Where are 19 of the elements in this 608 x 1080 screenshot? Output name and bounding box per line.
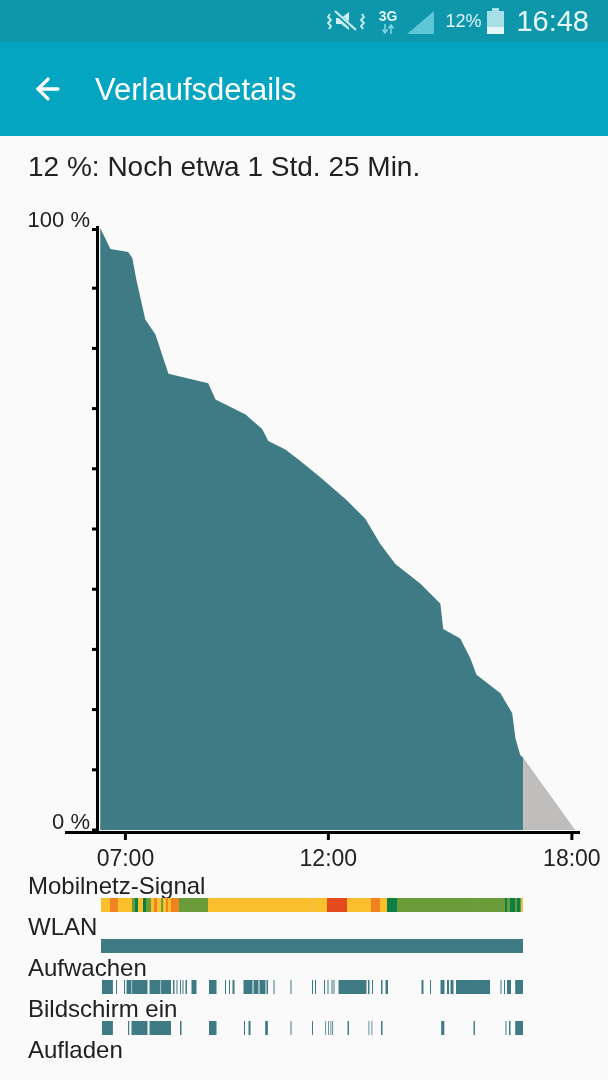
timeline-label: Bildschirm ein [28, 997, 178, 1021]
vibrate-mute-icon [326, 10, 365, 32]
screen-title: Verlaufsdetails [95, 73, 297, 105]
signal-strength-icon [407, 11, 435, 34]
clock-time: 16:48 [516, 6, 589, 36]
battery-remaining-summary: 12 %: Noch etwa 1 Std. 25 Min. [28, 153, 421, 181]
timeline-label: Aufladen [28, 1038, 123, 1062]
x-axis-label: 12:00 [299, 845, 358, 871]
y-axis-label: 100 % [27, 207, 90, 232]
network-type-label: 3G [378, 8, 398, 24]
x-axis-label: 07:00 [96, 845, 155, 871]
battery-icon [487, 8, 505, 34]
x-axis-label: 18:00 [543, 845, 601, 871]
battery-percent: 12% [445, 12, 482, 30]
y-axis-label: 0 % [52, 809, 90, 834]
timeline-label: Mobilnetz-Signal [28, 874, 206, 898]
timeline-label: Aufwachen [28, 956, 147, 980]
timeline-label: WLAN [28, 915, 98, 939]
data-transfer-arrows-icon [381, 23, 396, 34]
